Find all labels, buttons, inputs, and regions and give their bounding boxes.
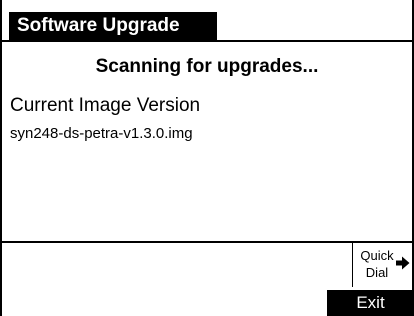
phone-screen: Software Upgrade Scanning for upgrades..… <box>0 0 414 316</box>
quick-dial-label-line1: Quick <box>360 248 394 263</box>
scan-status-text: Scanning for upgrades... <box>95 56 319 77</box>
right-arrow-icon <box>396 256 410 270</box>
quick-dial-softkey[interactable]: Quick Dial <box>353 244 412 288</box>
current-image-version-value: syn248-ds-petra-v1.3.0.img <box>10 125 193 142</box>
page-title: Software Upgrade <box>9 12 217 40</box>
exit-softkey[interactable]: Exit <box>327 290 414 316</box>
quick-dial-label-line2: Dial <box>365 265 389 280</box>
quick-dial-label: Quick Dial <box>359 247 395 281</box>
current-image-version-label: Current Image Version <box>10 95 201 116</box>
screen-border-left <box>0 0 2 316</box>
title-divider <box>0 40 414 42</box>
